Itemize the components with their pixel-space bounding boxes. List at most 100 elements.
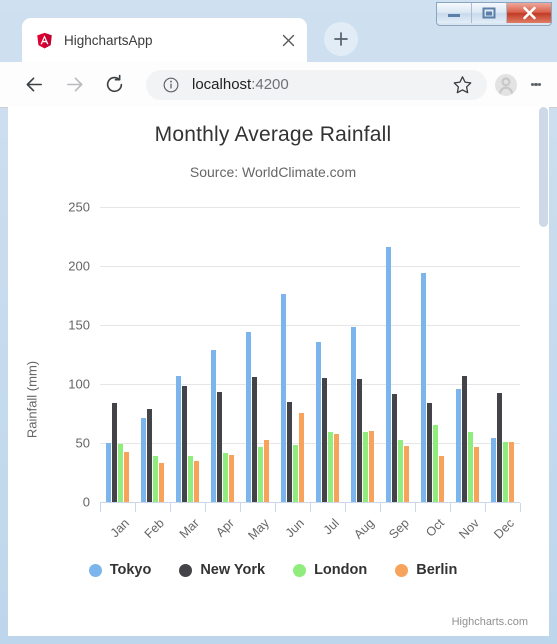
x-axis-tick-label: May: [244, 516, 272, 543]
bar-berlin-oct[interactable]: [439, 455, 444, 502]
page-scrollbar[interactable]: [538, 107, 549, 636]
legend-color-dot: [395, 563, 409, 577]
tab-strip: HighchartsApp: [0, 0, 557, 62]
site-info-icon[interactable]: [162, 76, 180, 94]
x-axis-tick: [345, 503, 346, 512]
bar-tokyo-jul[interactable]: [316, 342, 321, 502]
bar-tokyo-nov[interactable]: [456, 389, 461, 502]
bar-london-jul[interactable]: [328, 432, 333, 502]
bar-berlin-apr[interactable]: [229, 455, 234, 502]
x-axis-tick-label: Mar: [176, 516, 202, 542]
bar-new-york-mar[interactable]: [182, 385, 187, 502]
forward-arrow-icon: [66, 77, 82, 92]
bar-tokyo-dec[interactable]: [491, 437, 496, 502]
y-axis-tick-label: 100: [68, 376, 90, 392]
highcharts-chart: Monthly Average Rainfall Source: WorldCl…: [8, 107, 538, 636]
browser-window: HighchartsApp localhost:4200 Monthly Ave…: [0, 0, 557, 644]
bar-new-york-jul[interactable]: [322, 378, 327, 502]
bar-london-jun[interactable]: [293, 445, 298, 502]
bar-london-feb[interactable]: [153, 456, 158, 502]
bar-tokyo-jun[interactable]: [281, 294, 286, 502]
bar-london-may[interactable]: [258, 446, 263, 502]
bar-berlin-dec[interactable]: [509, 441, 514, 502]
bar-tokyo-oct[interactable]: [421, 272, 426, 502]
y-axis-tick-label: 50: [75, 435, 90, 451]
bar-berlin-jan[interactable]: [124, 451, 129, 502]
bar-new-york-jan[interactable]: [112, 403, 117, 502]
menu-dot: [537, 82, 542, 87]
bar-new-york-may[interactable]: [252, 376, 257, 502]
bookmark-star-icon[interactable]: [449, 72, 475, 98]
chart-legend: Tokyo New York London Berlin: [8, 562, 538, 578]
browser-menu-button[interactable]: [521, 70, 551, 100]
bar-london-mar[interactable]: [188, 455, 193, 502]
bar-new-york-apr[interactable]: [217, 391, 222, 502]
x-axis-tick-label: Sep: [385, 516, 412, 542]
bar-london-nov[interactable]: [468, 432, 473, 502]
back-button[interactable]: [16, 67, 52, 103]
x-axis-tick: [100, 503, 101, 512]
x-axis-tick: [415, 503, 416, 512]
x-axis-tick-label: Apr: [212, 516, 237, 540]
tab-close-icon[interactable]: [275, 27, 301, 53]
bar-tokyo-aug[interactable]: [351, 326, 356, 502]
bar-berlin-sep[interactable]: [404, 445, 409, 502]
x-axis-tick-label: Feb: [141, 516, 167, 542]
forward-button[interactable]: [56, 67, 92, 103]
scrollbar-thumb[interactable]: [539, 107, 548, 227]
bar-berlin-jul[interactable]: [334, 434, 339, 502]
bar-berlin-feb[interactable]: [159, 462, 164, 502]
bar-london-apr[interactable]: [223, 453, 228, 502]
back-arrow-icon: [26, 77, 42, 92]
legend-item-tokyo[interactable]: Tokyo: [88, 562, 151, 578]
bar-tokyo-feb[interactable]: [141, 417, 146, 502]
x-axis-tick-label: Jan: [107, 516, 132, 541]
legend-item-london[interactable]: London: [293, 562, 367, 578]
legend-item-berlin[interactable]: Berlin: [395, 562, 457, 578]
x-axis-tick-label: Jun: [282, 516, 307, 541]
browser-toolbar: localhost:4200: [0, 62, 557, 108]
url-host: localhost: [192, 76, 252, 93]
x-axis-tick: [310, 503, 311, 512]
new-tab-button[interactable]: [323, 21, 359, 56]
x-axis-tick-label: Dec: [490, 516, 517, 542]
bar-berlin-mar[interactable]: [194, 461, 199, 502]
bar-new-york-feb[interactable]: [147, 409, 152, 502]
reload-icon: [106, 74, 122, 93]
bar-tokyo-jan[interactable]: [106, 443, 111, 502]
x-axis-tick: [135, 503, 136, 512]
chart-plot-area: Rainfall (mm) 0 50 100 150 200 250 Jan Feb Mar Ap…: [8, 107, 538, 636]
address-bar[interactable]: localhost:4200: [146, 69, 487, 100]
bar-berlin-aug[interactable]: [369, 430, 374, 502]
bar-london-sep[interactable]: [398, 440, 403, 502]
bar-berlin-jun[interactable]: [299, 412, 304, 502]
url-text: localhost:4200: [192, 76, 449, 93]
bar-new-york-jun[interactable]: [287, 402, 292, 502]
bar-london-aug[interactable]: [363, 431, 368, 502]
legend-color-dot: [293, 563, 307, 577]
bar-berlin-may[interactable]: [264, 439, 269, 502]
profile-avatar[interactable]: [493, 72, 519, 98]
chart-credits[interactable]: Highcharts.com: [452, 616, 528, 628]
x-axis-tick: [485, 503, 486, 512]
bar-new-york-aug[interactable]: [357, 378, 362, 502]
bar-tokyo-mar[interactable]: [176, 376, 181, 502]
bar-london-jan[interactable]: [118, 444, 123, 502]
bar-london-dec[interactable]: [503, 441, 508, 502]
bar-london-oct[interactable]: [433, 425, 438, 502]
plus-icon: [324, 21, 358, 56]
bar-berlin-nov[interactable]: [474, 446, 479, 502]
bar-tokyo-sep[interactable]: [386, 246, 391, 502]
legend-item-new-york[interactable]: New York: [179, 562, 265, 578]
bar-new-york-nov[interactable]: [462, 376, 467, 502]
y-axis-label: Rainfall (mm): [24, 360, 40, 439]
bar-tokyo-apr[interactable]: [211, 349, 216, 502]
x-axis-tick: [380, 503, 381, 512]
bar-tokyo-may[interactable]: [246, 332, 251, 502]
bar-new-york-dec[interactable]: [497, 393, 502, 502]
reload-button[interactable]: [96, 67, 132, 103]
browser-tab[interactable]: HighchartsApp: [22, 18, 307, 62]
legend-label: London: [314, 562, 368, 578]
bar-new-york-sep[interactable]: [392, 394, 397, 502]
bar-new-york-oct[interactable]: [427, 403, 432, 502]
